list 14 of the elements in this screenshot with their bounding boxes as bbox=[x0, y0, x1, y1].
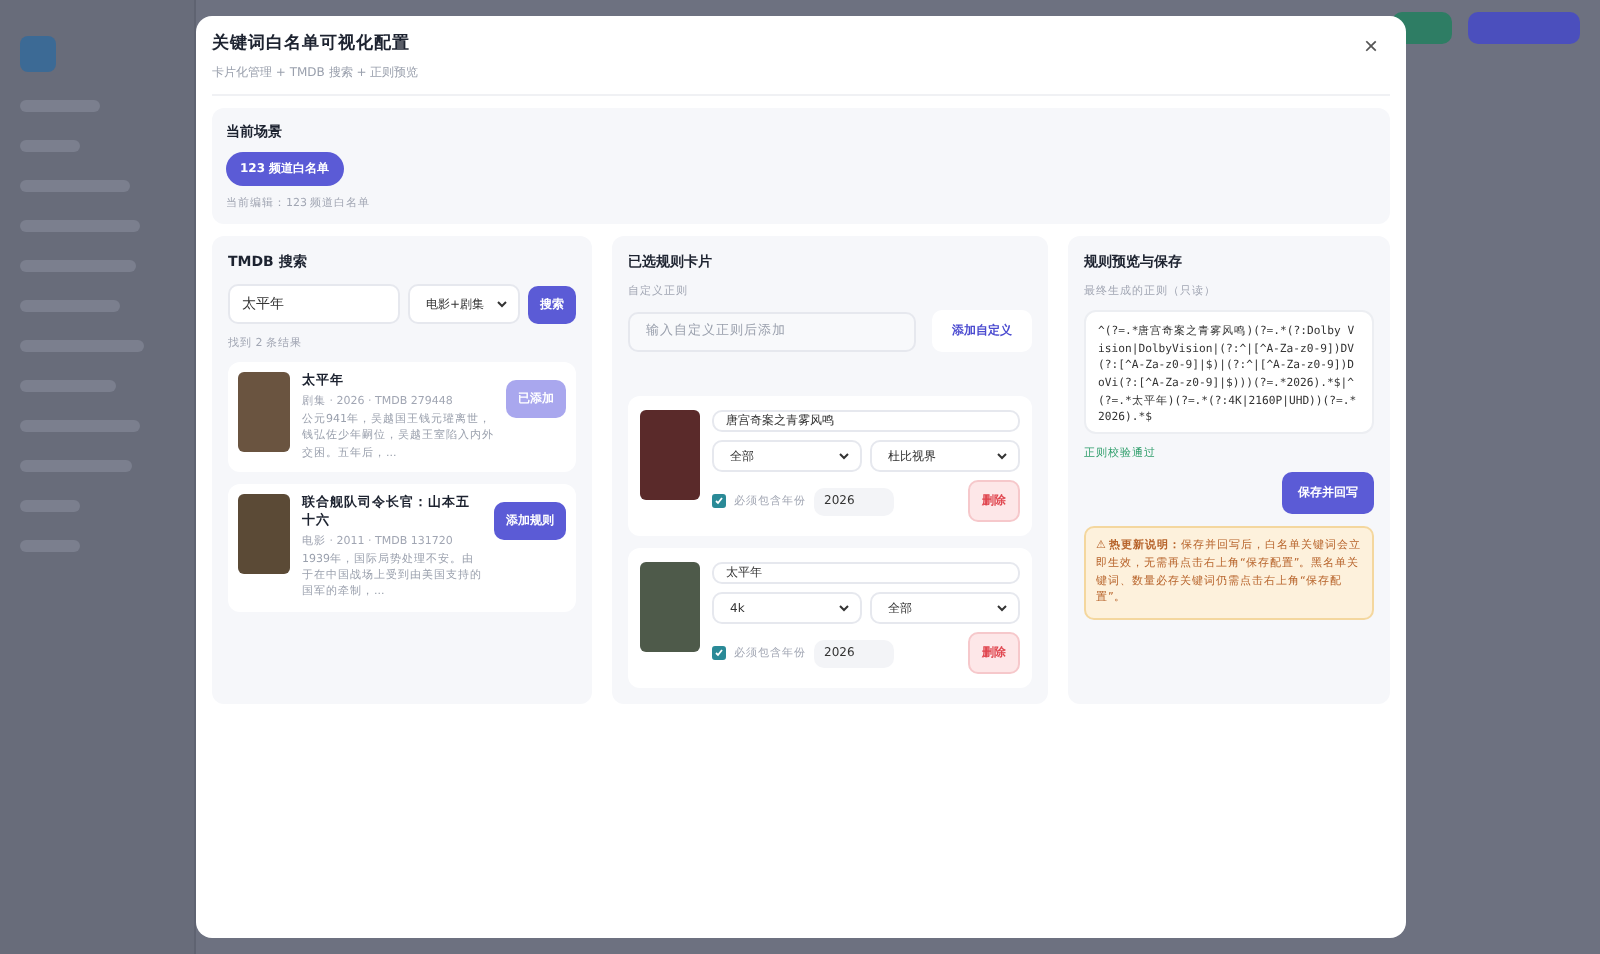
checkbox[interactable] bbox=[712, 494, 726, 508]
poster-placeholder bbox=[238, 372, 290, 452]
poster-placeholder bbox=[238, 493, 290, 574]
blurred-button-shape bbox=[1468, 12, 1580, 44]
chevron-down-icon bbox=[838, 452, 850, 460]
poster-placeholder bbox=[640, 410, 700, 500]
chevron-down-icon bbox=[838, 604, 850, 612]
poster-placeholder bbox=[640, 562, 700, 652]
chevron-down-icon bbox=[496, 300, 508, 308]
chevron-down-icon bbox=[996, 452, 1008, 460]
dialog-title: 关键词白名单可视化配置 bbox=[212, 32, 412, 56]
close-button[interactable]: × bbox=[1351, 32, 1390, 60]
checkbox[interactable] bbox=[712, 646, 726, 660]
chevron-down-icon bbox=[996, 604, 1008, 612]
